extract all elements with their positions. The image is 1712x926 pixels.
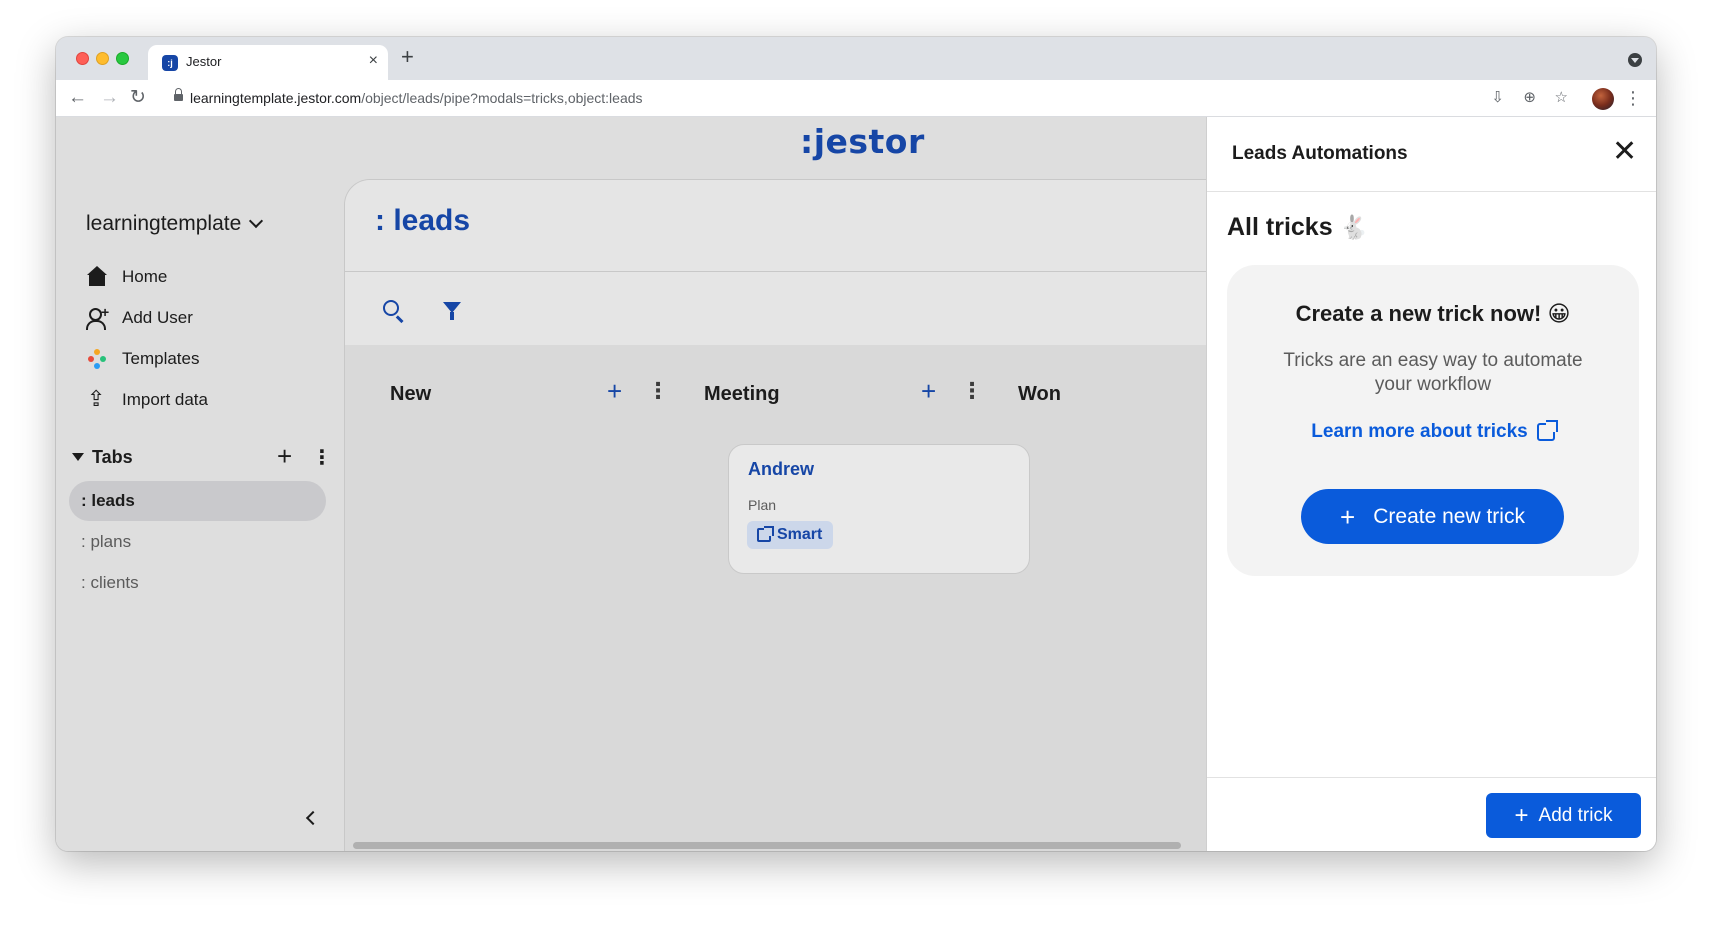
reload-icon[interactable]: ↻ [130,86,146,110]
add-user-icon: + [86,304,109,330]
new-tab-icon[interactable]: + [401,46,414,68]
address-bar[interactable]: learningtemplate.jestor.com/object/leads… [166,85,1566,112]
search-icon[interactable] [383,300,399,316]
horizontal-scrollbar[interactable] [353,842,1181,849]
templates-icon [86,348,108,370]
browser-window: :j Jestor × + ← → ↻ learningtemplate.jes… [56,37,1656,851]
column-header-won: Won [1018,383,1061,405]
plan-link-label: Smart [777,526,823,543]
learn-more-link[interactable]: Learn more about tricks [1227,420,1639,443]
plus-icon: + [1514,801,1529,829]
card-title[interactable]: Andrew [748,459,814,480]
tabs-section-header: Tabs + ⋮ [72,441,332,471]
sidebar-item-add-user[interactable]: + Add User [86,304,193,332]
caret-down-icon[interactable] [72,453,84,461]
bookmark-star-icon[interactable]: ☆ [1555,88,1568,108]
install-app-icon[interactable]: ⇩ [1491,88,1504,108]
maximize-window-button[interactable] [116,52,129,65]
plan-link-chip[interactable]: Smart [747,521,834,549]
tabs-more-icon[interactable]: ⋮ [312,445,332,470]
profile-avatar[interactable] [1592,88,1614,110]
column-menu-new-icon[interactable]: ⋮ [647,378,669,404]
browser-toolbar: ← → ↻ learningtemplate.jestor.com/object… [56,80,1656,117]
close-tab-icon[interactable]: × [369,51,378,71]
column-header-new: New [390,383,432,405]
external-link-icon [1536,420,1558,441]
chevron-down-icon [249,213,264,229]
home-icon [86,266,108,288]
sidebar-item-label: Templates [122,349,200,368]
sidebar-item-label: Home [122,267,168,286]
pipeline-board: : leads New + ⋮ Meeting + ⋮ Won Andrew P… [344,179,1344,851]
lead-card[interactable]: Andrew Plan Smart [728,444,1030,574]
sidebar-item-label: Add User [122,308,193,327]
tabs-heading[interactable]: Tabs [92,447,133,468]
panel-footer: + Add trick [1207,777,1656,851]
create-button-label: Create new trick [1373,504,1525,528]
forward-arrow-icon[interactable]: → [100,86,119,110]
add-tab-icon[interactable]: + [277,441,292,472]
browser-tab-title: Jestor [186,54,222,69]
jestor-logo[interactable]: :jestor [800,122,925,161]
sidebar-item-label: Import data [122,390,208,409]
tab-search-icon[interactable] [1628,53,1642,67]
workspace-switcher[interactable]: learningtemplate [86,212,264,236]
url-text: learningtemplate.jestor.com/object/leads… [190,90,643,106]
column-menu-meeting-icon[interactable]: ⋮ [961,378,983,404]
close-icon[interactable]: ✕ [1612,137,1637,167]
create-new-trick-button[interactable]: + Create new trick [1301,489,1564,544]
add-trick-button[interactable]: + Add trick [1486,793,1641,838]
browser-tabstrip: :j Jestor × + [56,37,1656,80]
add-card-new-icon[interactable]: + [607,376,622,406]
sidebar: learningtemplate Home + Add User Templat… [56,117,344,851]
all-tricks-heading: All tricks 🐇 [1227,213,1369,241]
plus-icon: + [1340,501,1356,532]
panel-header: Leads Automations ✕ [1207,117,1656,192]
cta-description: Tricks are an easy way to automate your … [1283,350,1583,395]
external-link-icon [757,526,774,542]
sidebar-item-home[interactable]: Home [86,263,167,291]
automations-panel: Leads Automations ✕ All tricks 🐇 Create … [1206,117,1656,851]
sidebar-tab-leads[interactable]: : leads [69,481,326,521]
zoom-icon[interactable]: ⊕ [1523,88,1536,108]
browser-menu-icon[interactable]: ⋮ [1624,88,1642,108]
board-header: : leads [345,180,1344,272]
learn-more-label: Learn more about tricks [1311,421,1528,442]
cta-title: Create a new trick now! 😀 [1295,301,1571,326]
panel-title: Leads Automations [1232,143,1408,164]
card-field-label: Plan [748,497,777,513]
workspace-name: learningtemplate [86,212,242,235]
sidebar-item-import-data[interactable]: Import data [86,386,208,414]
empty-tricks-card: Create a new trick now! 😀 Tricks are an … [1227,265,1639,576]
sidebar-tab-clients[interactable]: : clients [69,563,326,603]
collapse-sidebar-icon[interactable] [305,810,321,826]
upload-icon [86,386,108,412]
lock-icon[interactable] [174,88,183,103]
close-window-button[interactable] [76,52,89,65]
sidebar-tab-plans[interactable]: : plans [69,522,326,562]
jestor-favicon-icon: :j [162,55,178,71]
minimize-window-button[interactable] [96,52,109,65]
page-title: : leads [375,204,471,237]
filter-bar [345,272,1344,345]
browser-tab-jestor[interactable]: :j Jestor × [148,45,388,80]
add-trick-label: Add trick [1538,804,1613,826]
back-arrow-icon[interactable]: ← [68,86,87,110]
add-card-meeting-icon[interactable]: + [921,376,936,406]
desktop: :j Jestor × + ← → ↻ learningtemplate.jes… [0,0,1712,926]
rabbit-icon: 🐇 [1339,214,1369,240]
sidebar-item-templates[interactable]: Templates [86,345,199,373]
column-header-meeting: Meeting [704,383,780,405]
filter-icon[interactable] [443,302,461,320]
